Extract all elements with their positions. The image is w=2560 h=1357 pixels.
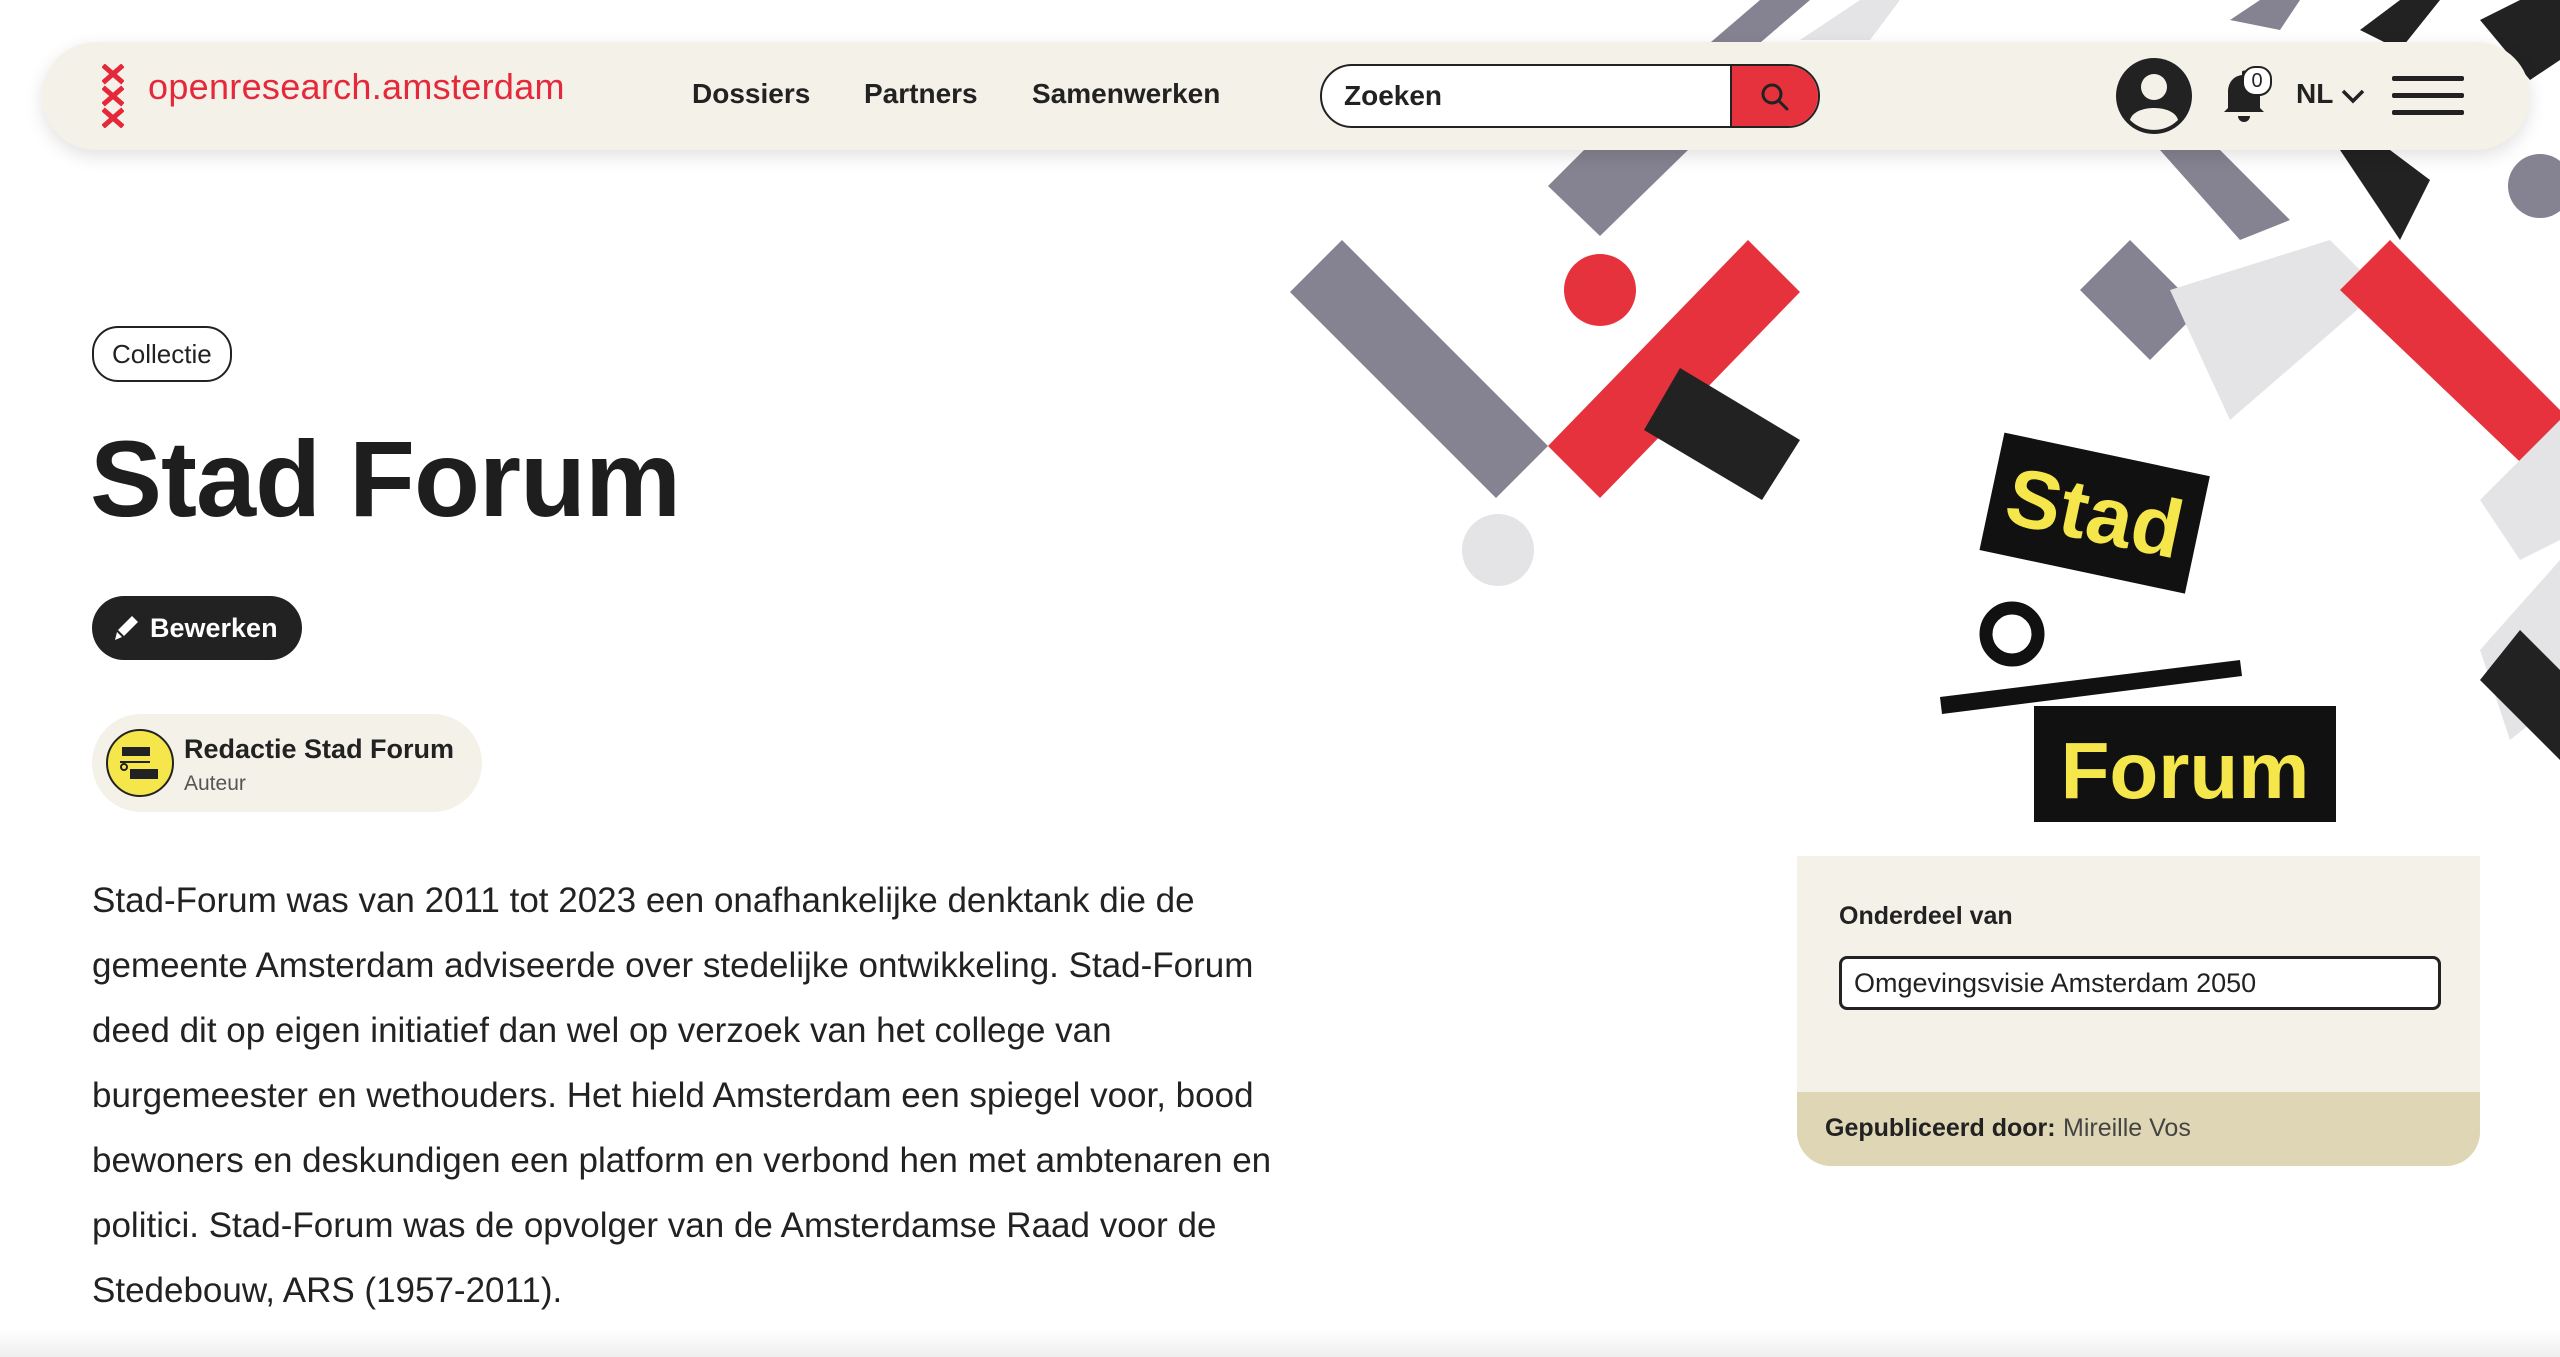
info-panel: Onderdeel van Omgevingsvisie Amsterdam 2… [1797, 856, 2480, 1166]
search-box [1320, 64, 1820, 128]
author-name: Redactie Stad Forum [184, 734, 455, 764]
publisher-row: Gepubliceerd door: Mireille Vos [1797, 1092, 2480, 1166]
edit-button[interactable]: Bewerken [92, 596, 302, 660]
top-navbar: openresearch.amsterdam Dossiers Partners… [42, 42, 2530, 150]
hamburger-menu-icon[interactable] [2392, 74, 2464, 118]
part-of-dossier-link[interactable]: Omgevingsvisie Amsterdam 2050 [1839, 956, 2441, 1010]
bottom-edge [0, 1330, 2560, 1357]
collection-tag[interactable]: Collectie [92, 326, 232, 382]
amsterdam-crosses-logo-icon[interactable] [102, 64, 124, 128]
search-input[interactable] [1322, 66, 1772, 126]
language-selector[interactable]: NL [2296, 78, 2333, 110]
author-role: Auteur [184, 772, 246, 795]
stad-forum-logo: Stad Forum [1900, 420, 2360, 840]
notification-count-badge: 0 [2242, 66, 2272, 96]
published-by-name[interactable]: Mireille Vos [2063, 1114, 2191, 1143]
page-title: Stad Forum [90, 418, 681, 539]
search-icon [1761, 83, 1789, 111]
author-avatar [106, 729, 174, 797]
user-avatar-icon[interactable] [2114, 56, 2194, 136]
collection-description: Stad-Forum was van 2011 tot 2023 een ona… [92, 881, 1272, 1310]
logo-word-forum: Forum [2061, 726, 2310, 815]
chevron-down-icon[interactable] [2340, 88, 2366, 104]
site-name-link[interactable]: openresearch.amsterdam [148, 66, 565, 108]
nav-link-partners[interactable]: Partners [864, 78, 978, 110]
author-card[interactable]: Redactie Stad Forum Auteur [92, 714, 482, 812]
part-of-label: Onderdeel van [1839, 902, 2013, 930]
edit-button-label: Bewerken [150, 613, 278, 643]
nav-link-dossiers[interactable]: Dossiers [692, 78, 810, 110]
search-button[interactable] [1730, 66, 1818, 126]
nav-link-samenwerken[interactable]: Samenwerken [1032, 78, 1220, 110]
published-by-label: Gepubliceerd door: [1825, 1114, 2056, 1142]
pencil-icon [115, 616, 138, 640]
